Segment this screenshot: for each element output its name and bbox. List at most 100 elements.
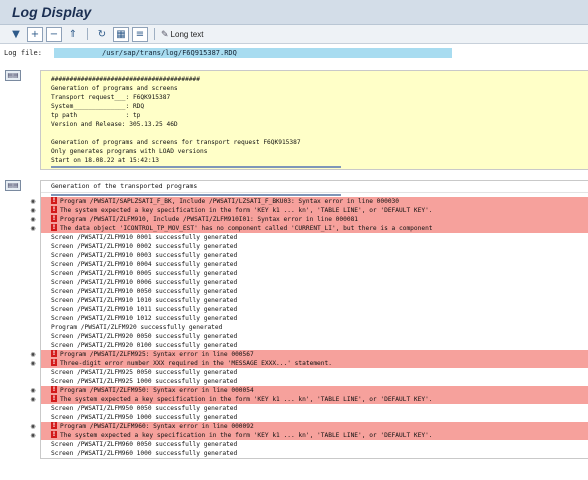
row-text: The system expected a key specification … (60, 396, 433, 403)
error-icon: ! (51, 350, 57, 357)
log-row: Screen /PWSATI/ZLFM910 1012 successfully… (41, 314, 588, 323)
log-line: Generation of programs and screens for t… (51, 139, 301, 146)
log-row: Screen /PWSATI/ZLFM920 0050 successfully… (41, 332, 588, 341)
logfile-row: Log file: /usr/sap/trans/log/F6Q915387.R… (0, 46, 588, 60)
log-line: Version and Release: 305.13.25 46D (51, 121, 178, 128)
error-icon: ! (51, 359, 57, 366)
error-icon: ! (51, 206, 57, 213)
detail-eye-icon[interactable]: ◉ (29, 387, 37, 394)
row-text: Screen /PWSATI/ZLFM950 0050 successfully… (51, 405, 238, 412)
logfile-label: Log file: (4, 49, 42, 57)
row-text: Screen /PWSATI/ZLFM910 0004 successfully… (51, 261, 238, 268)
log-row: Screen /PWSATI/ZLFM960 0050 successfully… (41, 440, 588, 449)
refresh-icon[interactable]: ↻ (94, 27, 110, 42)
error-row: ◉! The data object 'ICONTROL_TP_MOV_EST' … (30, 224, 588, 233)
detail-eye-icon[interactable]: ◉ (29, 207, 37, 214)
section-header-info: ▤▤ #####################################… (0, 70, 588, 170)
details-icon[interactable]: ≡ (132, 26, 148, 42)
row-text: Screen /PWSATI/ZLFM950 1000 successfully… (51, 414, 238, 421)
section-generation: ▤▤ Generation of the transported program… (0, 180, 588, 459)
up-icon[interactable]: ⇑ (65, 27, 81, 42)
collapse-icon[interactable]: − (46, 26, 62, 42)
log-row: Program /PWSATI/ZLFM920 successfully gen… (41, 323, 588, 332)
toolbar: ▼ + − ⇑ ↻ ▦ ≡ ✎ Long text (0, 25, 588, 44)
row-text: Screen /PWSATI/ZLFM910 1012 successfully… (51, 315, 238, 322)
long-text-label: Long text (170, 29, 204, 39)
error-row: ◉! Program /PWSATI/ZLFM950: Syntax error … (30, 386, 588, 395)
error-icon: ! (51, 224, 57, 231)
row-text: Screen /PWSATI/ZLFM910 1011 successfully… (51, 306, 238, 313)
toolbar-separator (154, 28, 155, 40)
detail-eye-icon[interactable]: ◉ (29, 360, 37, 367)
log-row: Screen /PWSATI/ZLFM910 0002 successfully… (41, 242, 588, 251)
log-line: ######################################## (51, 76, 201, 83)
error-icon: ! (51, 197, 57, 204)
log-row: Screen /PWSATI/ZLFM925 0050 successfully… (41, 368, 588, 377)
error-icon: ! (51, 395, 57, 402)
row-text: Screen /PWSATI/ZLFM910 0002 successfully… (51, 243, 238, 250)
row-text: Screen /PWSATI/ZLFM910 1010 successfully… (51, 297, 238, 304)
error-icon: ! (51, 431, 57, 438)
row-text: The system expected a key specification … (60, 432, 433, 439)
log-row: Screen /PWSATI/ZLFM950 1000 successfully… (41, 413, 588, 422)
row-text: Program /PWSATI/ZLFM925: Syntax error in… (60, 351, 254, 358)
row-text: Screen /PWSATI/ZLFM910 0001 successfully… (51, 234, 238, 241)
divider (41, 165, 588, 169)
detail-eye-icon[interactable]: ◉ (29, 198, 37, 205)
error-row: ◉! Three-digit error number XXX required … (30, 359, 588, 368)
log-row: Screen /PWSATI/ZLFM910 0005 successfully… (41, 269, 588, 278)
error-row: ◉! Program /PWSATI/ZLFM925: Syntax error … (30, 350, 588, 359)
row-text: Screen /PWSATI/ZLFM910 0050 successfully… (51, 288, 238, 295)
error-row: ◉! The system expected a key specificatio… (30, 431, 588, 440)
error-icon: ! (51, 215, 57, 222)
error-row: ◉! The system expected a key specificatio… (30, 395, 588, 404)
log-row: Screen /PWSATI/ZLFM910 0004 successfully… (41, 260, 588, 269)
expand-icon[interactable]: + (27, 26, 43, 42)
tree-node-icon[interactable]: ▤▤ (5, 70, 21, 81)
filter-icon[interactable]: ▼ (8, 27, 24, 42)
generation-box: Generation of the transported programs ◉… (30, 180, 588, 459)
row-text: Screen /PWSATI/ZLFM910 0003 successfully… (51, 252, 238, 259)
row-text: Screen /PWSATI/ZLFM960 0050 successfully… (51, 441, 238, 448)
log-line: Generation of programs and screens (51, 85, 178, 92)
log-row: Screen /PWSATI/ZLFM910 0006 successfully… (41, 278, 588, 287)
detail-eye-icon[interactable]: ◉ (29, 225, 37, 232)
detail-eye-icon[interactable]: ◉ (29, 351, 37, 358)
toolbar-separator (87, 28, 88, 40)
row-text: Screen /PWSATI/ZLFM925 0050 successfully… (51, 369, 238, 376)
detail-eye-icon[interactable]: ◉ (29, 423, 37, 430)
section-title: Generation of the transported programs (41, 181, 588, 193)
row-text: Program /PWSATI/ZLFM920 successfully gen… (51, 324, 223, 331)
log-row: Screen /PWSATI/ZLFM960 1000 successfully… (41, 449, 588, 458)
detail-eye-icon[interactable]: ◉ (29, 432, 37, 439)
row-text: Screen /PWSATI/ZLFM920 0050 successfully… (51, 333, 238, 340)
title-bar: Log Display (0, 0, 588, 25)
row-text: Program /PWSATI/ZLFM950: Syntax error in… (60, 387, 254, 394)
logfile-path: /usr/sap/trans/log/F6Q915387.RDQ (54, 48, 452, 58)
error-row: ◉! Program /PWSATI/ZLFM960: Syntax error … (30, 422, 588, 431)
row-text: Three-digit error number XXX required in… (60, 360, 332, 367)
row-text: The data object 'ICONTROL_TP_MOV_EST' ha… (60, 225, 433, 232)
row-text: Screen /PWSATI/ZLFM910 0006 successfully… (51, 279, 238, 286)
long-text-button[interactable]: ✎ Long text (161, 29, 203, 40)
detail-eye-icon[interactable]: ◉ (29, 396, 37, 403)
row-text: Program /PWSATI/ZLFM960: Syntax error in… (60, 423, 254, 430)
log-row: Screen /PWSATI/ZLFM910 0003 successfully… (41, 251, 588, 260)
error-row: ◉! Program /PWSATI/ZLFM910, Include /PWSA… (30, 215, 588, 224)
error-row: ◉! The system expected a key specificatio… (30, 206, 588, 215)
log-row: Screen /PWSATI/ZLFM910 0001 successfully… (41, 233, 588, 242)
header-info-box: ########################################… (40, 70, 588, 170)
tree-node-icon[interactable]: ▤▤ (5, 180, 21, 191)
log-row: Screen /PWSATI/ZLFM910 1011 successfully… (41, 305, 588, 314)
log-row: Screen /PWSATI/ZLFM920 0100 successfully… (41, 341, 588, 350)
log-row: Screen /PWSATI/ZLFM925 1000 successfully… (41, 377, 588, 386)
print-icon[interactable]: ▦ (113, 26, 129, 42)
log-line: System______________: RDQ (51, 103, 145, 110)
window-title: Log Display (12, 4, 92, 20)
detail-eye-icon[interactable]: ◉ (29, 216, 37, 223)
row-text: Screen /PWSATI/ZLFM925 1000 successfully… (51, 378, 238, 385)
log-line: Only generates programs with LOAD versio… (51, 148, 208, 155)
row-text: Screen /PWSATI/ZLFM960 1000 successfully… (51, 450, 238, 457)
log-line: tp path : tp (51, 112, 141, 119)
